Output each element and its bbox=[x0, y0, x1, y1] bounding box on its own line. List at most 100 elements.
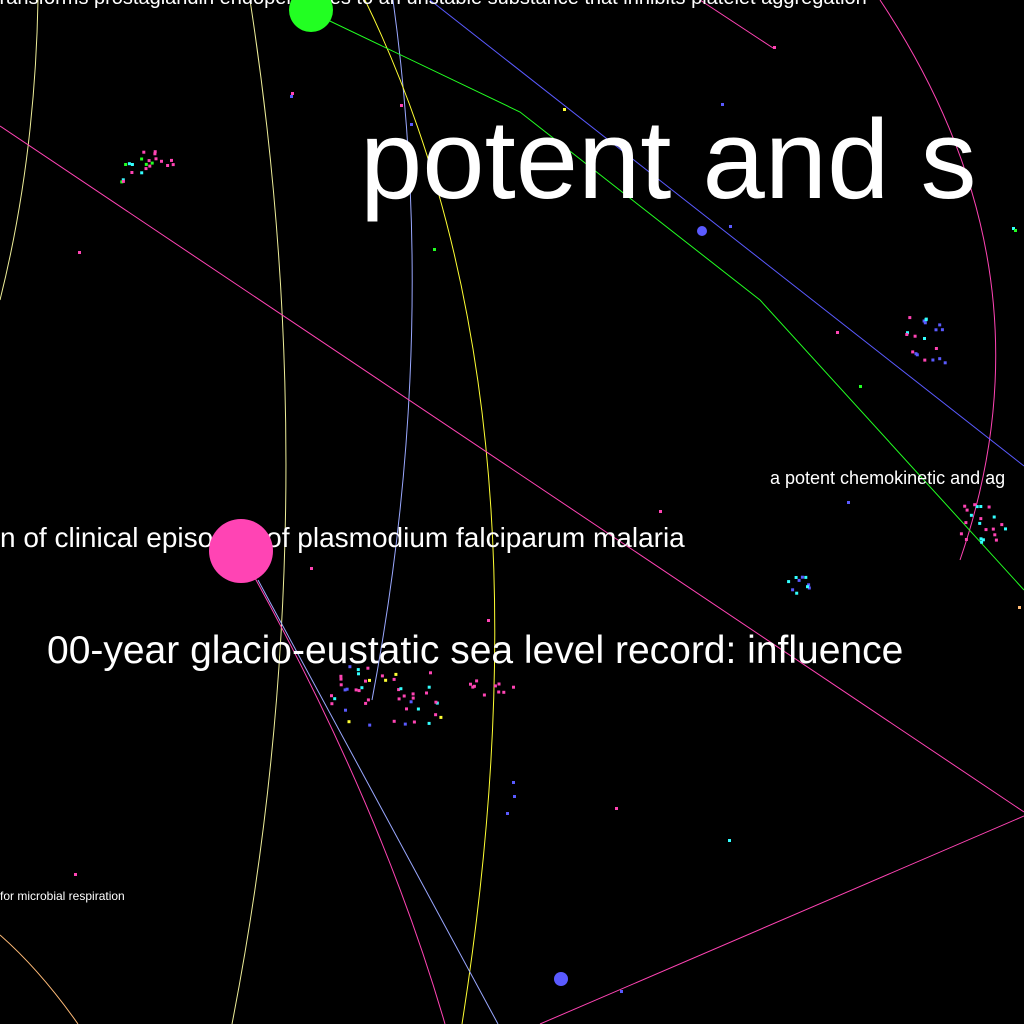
node-small bbox=[74, 873, 77, 876]
node-cluster-bottom-center-tail bbox=[493, 684, 497, 688]
node-cluster-mid-right bbox=[804, 575, 808, 579]
node-cluster-bottom-center bbox=[425, 691, 428, 695]
node-cluster-top-left bbox=[153, 152, 157, 156]
node-cluster-far-right bbox=[969, 513, 973, 517]
node-small bbox=[400, 104, 403, 107]
node-cluster-far-right bbox=[991, 527, 995, 531]
node-cluster-bottom-center bbox=[392, 719, 396, 723]
node-cluster-bottom-center bbox=[368, 678, 371, 682]
node-cluster-right bbox=[915, 353, 919, 357]
node-small bbox=[1018, 606, 1021, 609]
node-cluster-far-right bbox=[978, 521, 982, 525]
node-cluster-bottom-center-tail bbox=[497, 690, 501, 694]
node-cluster-right bbox=[938, 357, 942, 361]
node-blue-bottom[interactable] bbox=[554, 972, 568, 986]
node-cluster-far-right bbox=[963, 504, 967, 508]
node-small bbox=[290, 95, 293, 98]
node-cluster-right bbox=[938, 323, 942, 327]
node-cluster-bottom-center bbox=[394, 672, 398, 676]
node-small bbox=[563, 108, 566, 111]
node-cluster-far-right bbox=[992, 515, 996, 519]
node-cluster-far-right bbox=[979, 505, 983, 508]
node-cluster-bottom-center bbox=[366, 666, 370, 670]
node-cluster-right bbox=[911, 350, 915, 354]
node-cluster-bottom-center bbox=[368, 723, 372, 727]
node-cluster-bottom-center bbox=[405, 707, 408, 711]
node-cluster-bottom-center bbox=[412, 720, 416, 724]
node-cluster-far-right bbox=[964, 538, 968, 541]
node-small bbox=[410, 123, 413, 126]
node-cluster-bottom-center-tail bbox=[482, 693, 486, 697]
node-cluster-right bbox=[908, 316, 912, 320]
node-cluster-top-left bbox=[142, 150, 146, 154]
node-cluster-right bbox=[931, 358, 935, 362]
node-cluster-top-left bbox=[144, 167, 148, 171]
node-cluster-bottom-center bbox=[402, 694, 406, 698]
node-cluster-right bbox=[934, 328, 938, 332]
node-cluster-bottom-center-tail bbox=[512, 685, 515, 689]
node-cluster-mid-right bbox=[797, 578, 801, 582]
node-small bbox=[847, 501, 850, 504]
node-cluster-right bbox=[923, 337, 926, 340]
node-cluster-top-left bbox=[124, 163, 128, 166]
node-cluster-bottom-center bbox=[339, 677, 343, 681]
node-cluster-far-right bbox=[1000, 523, 1004, 527]
node-small bbox=[729, 225, 732, 228]
node-cluster-bottom-center bbox=[330, 702, 334, 706]
node-small bbox=[620, 990, 623, 993]
node-cluster-bottom-center bbox=[348, 665, 352, 669]
node-small bbox=[773, 46, 776, 49]
node-cluster-bottom-center-tail bbox=[472, 684, 476, 688]
node-cluster-bottom-center bbox=[360, 686, 364, 690]
node-blue-medium[interactable] bbox=[697, 226, 707, 236]
node-small bbox=[615, 807, 618, 810]
node-small bbox=[512, 781, 515, 784]
node-cluster-bottom-center bbox=[356, 668, 360, 672]
node-cluster-bottom-center bbox=[380, 674, 384, 678]
node-cluster-top-left bbox=[147, 159, 151, 163]
node-cluster-top-left bbox=[154, 157, 158, 161]
node-cluster-mid-right bbox=[806, 585, 809, 589]
node-cluster-bottom-center-tail bbox=[502, 690, 506, 694]
node-small bbox=[859, 385, 862, 388]
node-cluster-bottom-center bbox=[429, 671, 432, 675]
node-cluster-bottom-center bbox=[392, 677, 396, 681]
node-cluster-far-right bbox=[964, 521, 968, 525]
label-chemokinetic: a potent chemokinetic and ag bbox=[770, 468, 1005, 488]
node-cluster-right bbox=[913, 334, 917, 338]
node-cluster-top-left bbox=[130, 163, 134, 166]
node-cluster-bottom-center bbox=[330, 694, 333, 698]
node-cluster-bottom-center bbox=[434, 713, 438, 717]
node-cluster-bottom-center bbox=[345, 687, 349, 691]
node-cluster-bottom-center bbox=[333, 697, 337, 701]
node-cluster-top-left bbox=[121, 179, 125, 183]
node-small bbox=[836, 331, 839, 334]
network-visualization-canvas[interactable]: transforms prostaglandin endoperoxides t… bbox=[0, 0, 1024, 1024]
node-small bbox=[433, 248, 436, 251]
node-cluster-far-right bbox=[973, 503, 977, 507]
node-cluster-bottom-center bbox=[439, 715, 443, 719]
node-small bbox=[78, 251, 81, 254]
node-cluster-bottom-center bbox=[397, 697, 401, 701]
node-cluster-mid-right bbox=[791, 588, 795, 592]
node-magenta-large[interactable] bbox=[209, 519, 273, 583]
label-malaria-episodes: n of clinical episodes of plasmodium fal… bbox=[0, 522, 685, 553]
node-cluster-far-right bbox=[959, 532, 963, 536]
node-cluster-bottom-center bbox=[357, 672, 360, 676]
node-cluster-bottom-center bbox=[366, 698, 370, 702]
node-cluster-top-left bbox=[160, 159, 163, 163]
node-cluster-far-right bbox=[993, 533, 997, 537]
label-sea-level-record: 00-year glacio-eustatic sea level record… bbox=[47, 629, 903, 672]
node-cluster-top-left bbox=[130, 171, 134, 174]
node-cluster-bottom-center bbox=[416, 707, 420, 711]
node-cluster-far-right bbox=[987, 505, 991, 509]
node-cluster-right bbox=[923, 358, 927, 362]
node-cluster-bottom-center bbox=[403, 722, 407, 726]
node-cluster-mid-right bbox=[787, 580, 791, 584]
node-cluster-top-left bbox=[140, 171, 144, 175]
node-cluster-top-left bbox=[166, 164, 170, 167]
node-small bbox=[721, 103, 724, 106]
node-small bbox=[513, 795, 516, 798]
node-cluster-far-right bbox=[994, 538, 998, 542]
node-cluster-bottom-center bbox=[347, 720, 351, 724]
